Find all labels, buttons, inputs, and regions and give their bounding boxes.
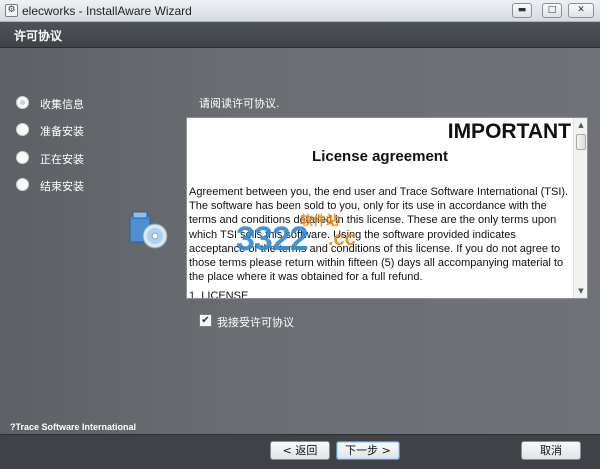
site-watermark-logo: 3322 软件站 .cc [236, 210, 364, 262]
step-label: 收集信息 [40, 98, 84, 111]
accept-checkbox[interactable]: ✔ [199, 314, 212, 327]
license-heading: License agreement [312, 148, 448, 165]
back-button[interactable]: < 返回 [270, 441, 330, 460]
maximize-button[interactable]: □ [542, 3, 562, 18]
next-button[interactable]: 下一步 > [336, 441, 400, 460]
page-title: 许可协议 [14, 29, 63, 43]
window-titlebar[interactable]: ⚙ elecworks - InstallAware Wizard ▬ □ ✕ [0, 0, 600, 22]
cancel-button[interactable]: 取消 [521, 441, 581, 460]
step-label: 正在安装 [40, 153, 84, 166]
window-title: elecworks - InstallAware Wizard [22, 4, 192, 18]
scroll-down-icon[interactable]: ▼ [575, 285, 587, 297]
step-indicator-icon [16, 178, 29, 191]
license-important-heading: IMPORTANT [447, 120, 571, 143]
accept-label[interactable]: 我接受许可协议 [217, 314, 294, 330]
license-section-title: 1. LICENSE [189, 290, 249, 298]
wizard-header: 许可协议 [0, 22, 600, 48]
scroll-thumb[interactable] [576, 134, 586, 150]
install-package-icon [129, 211, 168, 249]
step-label: 结束安装 [40, 180, 84, 193]
watermark-tld: .cc [328, 228, 356, 250]
step-indicator-icon [16, 96, 29, 109]
instruction-text: 请阅读许可协议. [199, 97, 280, 110]
watermark-cn-text: 软件站 [300, 214, 340, 229]
step-label: 准备安装 [40, 125, 84, 138]
license-scrollbar[interactable]: ▲ ▼ [573, 118, 587, 298]
minimize-button[interactable]: ▬ [512, 3, 532, 18]
license-textbox[interactable]: IMPORTANT License agreement Agreement be… [186, 117, 588, 299]
license-content: IMPORTANT License agreement Agreement be… [187, 118, 573, 298]
scroll-up-icon[interactable]: ▲ [575, 119, 587, 131]
copyright-text: ?Trace Software International [10, 422, 137, 432]
step-indicator-icon [16, 123, 29, 136]
watermark-number: 3322 [236, 220, 309, 258]
close-button[interactable]: ✕ [568, 3, 594, 18]
app-icon[interactable]: ⚙ [5, 4, 18, 17]
step-indicator-icon [16, 151, 29, 164]
